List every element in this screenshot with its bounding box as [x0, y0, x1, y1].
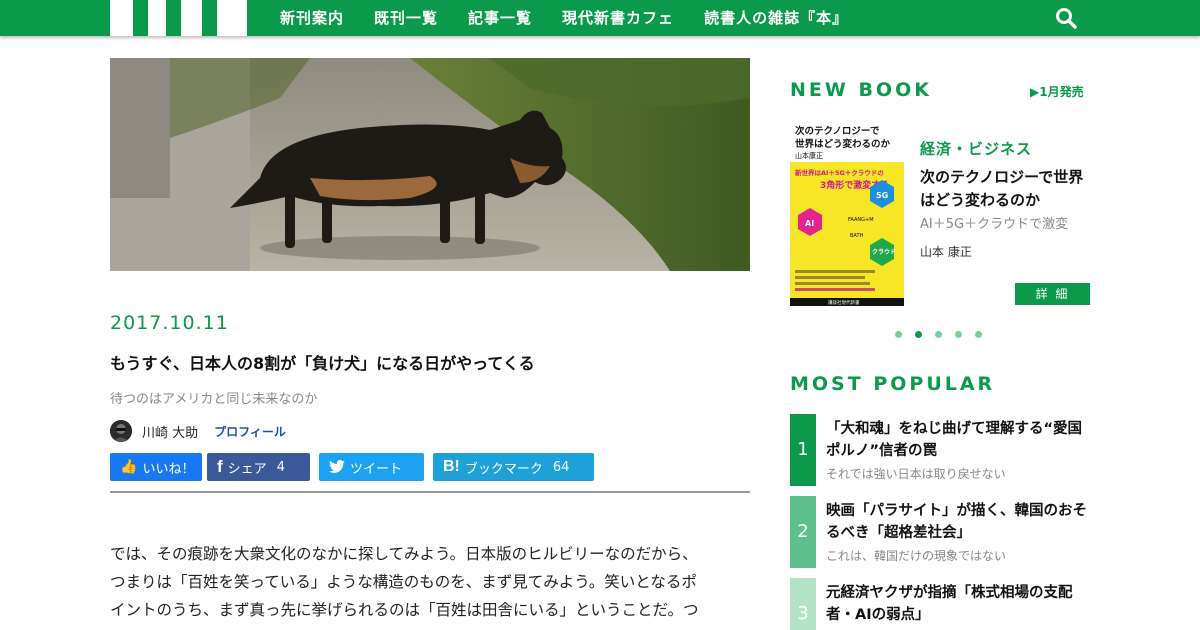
popular-item[interactable]: 2 映画「パラサイト」が描く、韓国のおそるべき「超格差社会」 これは、韓国だけの… [790, 496, 1090, 568]
nav-new-releases[interactable]: 新刊案内 [280, 0, 344, 36]
rank-number: 1 [790, 414, 816, 486]
main-nav: 新刊案内 既刊一覧 記事一覧 現代新書カフェ 読書人の雑誌『本』 [280, 0, 878, 36]
book-cover-image[interactable]: 次のテクノロジーで 世界はどう変わるのか 山本康正 新世界はAI＋5G＋クラウド… [790, 120, 904, 306]
author-name[interactable]: 川崎 大助 [142, 422, 198, 441]
rank-number: 2 [790, 496, 816, 568]
body-line: つまりは「百姓を笑っている」ような構造のものを、まず見てみよう。笑いとなるポ [110, 573, 697, 591]
book-category: 経済・ビジネス [920, 140, 1033, 158]
article-subtitle: 待つのはアメリカと同じ未来なのか [110, 392, 318, 407]
book-title[interactable]: 次のテクノロジーで世界はどう変わるのか [920, 166, 1095, 212]
like-button[interactable]: 👍 いいね！ [110, 453, 202, 481]
site-logo[interactable] [110, 0, 247, 36]
site-header: 新刊案内 既刊一覧 記事一覧 現代新書カフェ 読書人の雑誌『本』 [0, 0, 1200, 36]
author-block: 川崎 大助 プロフィール [110, 420, 286, 442]
article-date: 2017.10.11 [110, 312, 229, 334]
carousel-dot[interactable] [895, 331, 902, 338]
popular-item-title[interactable]: 映画「パラサイト」が描く、韓国のおそるべき「超格差社会」 [826, 500, 1090, 544]
carousel-dot[interactable] [975, 331, 982, 338]
article-hero-image [110, 58, 750, 271]
author-avatar [110, 420, 132, 442]
profile-link[interactable]: プロフィール [214, 423, 286, 440]
thumbs-up-icon: 👍 [120, 459, 138, 475]
body-line: イントのうち、まず真っ先に挙げられるのは「百姓は田舎にいる」ということだ。つ [110, 601, 699, 619]
facebook-share-count: 4 [276, 459, 285, 475]
twitter-bird-icon [329, 460, 345, 473]
popular-item-subtitle: それでは強い日本は取り戻せない [826, 467, 1006, 481]
hatena-bookmark-button[interactable]: B! ブックマーク 64 [433, 453, 594, 481]
nav-backlist[interactable]: 既刊一覧 [374, 0, 438, 36]
hatena-bookmark-count: 64 [552, 459, 570, 475]
carousel-dot[interactable] [935, 331, 942, 338]
rank-number: 3 [790, 578, 816, 630]
cover-title-line2: 世界はどう変わるのか [795, 138, 891, 150]
article-title: もうすぐ、日本人の8割が「負け犬」になる日がやってくる [110, 354, 535, 373]
share-buttons: 👍 いいね！ f シェア 4 ツイート B! ブックマーク 64 [110, 453, 599, 481]
carousel-dot[interactable] [955, 331, 962, 338]
popular-item-subtitle: これは、韓国だけの現象ではない [826, 549, 1007, 563]
hatena-bookmark-icon: B! [443, 458, 460, 475]
carousel-dot-active[interactable] [915, 331, 922, 338]
facebook-share-button[interactable]: f シェア 4 [207, 453, 310, 481]
book-author: 山本 康正 [920, 245, 972, 259]
search-icon[interactable] [1055, 7, 1077, 29]
release-label[interactable]: ▶1月発売 [1030, 83, 1084, 100]
carousel-dots [895, 331, 995, 338]
new-book-heading: NEW BOOK [790, 79, 932, 101]
article-divider [110, 491, 750, 493]
book-details-button[interactable]: 詳 細 [1015, 283, 1090, 305]
nav-magazine[interactable]: 読書人の雑誌『本』 [704, 0, 848, 36]
cover-tagline1: 新世界はAI＋5G＋クラウドの [795, 168, 884, 177]
article-body: では、その痕跡を大衆文化のなかに探してみよう。日本版のヒルビリーなのだから、 つ… [110, 540, 750, 624]
facebook-share-label: シェア [227, 461, 267, 477]
popular-item-title[interactable]: 元経済ヤクザが指摘「株式相場の支配者・AIの弱点」 [826, 582, 1090, 626]
cover-center2: BATH [850, 233, 864, 239]
nav-cafe[interactable]: 現代新書カフェ [562, 0, 674, 36]
tweet-button[interactable]: ツイート [319, 453, 424, 481]
cover-center: FAANG+M [848, 217, 874, 223]
book-subtitle: AI＋5G＋クラウドで激変 [920, 217, 1069, 232]
cover-hex-left: AI [805, 219, 814, 228]
popular-item[interactable]: 3 元経済ヤクザが指摘「株式相場の支配者・AIの弱点」 [790, 578, 1090, 630]
cover-publisher: 講談社現代新書 [828, 299, 860, 306]
body-line: では、その痕跡を大衆文化のなかに探してみよう。日本版のヒルビリーなのだから、 [110, 545, 698, 563]
facebook-icon: f [217, 457, 223, 476]
popular-item-title[interactable]: 「大和魂」をねじ曲げて理解する“愛国ポルノ”信者の罠 [826, 418, 1090, 462]
most-popular-heading: MOST POPULAR [790, 373, 996, 395]
hatena-bookmark-label: ブックマーク [464, 461, 543, 477]
tweet-label: ツイート [350, 461, 403, 477]
cover-author: 山本康正 [795, 151, 823, 160]
like-label: いいね！ [142, 461, 195, 477]
cover-hex-right: クラウド [872, 248, 896, 256]
cover-hex-top: 5G [876, 191, 888, 200]
popular-item[interactable]: 1 「大和魂」をねじ曲げて理解する“愛国ポルノ”信者の罠 それでは強い日本は取り… [790, 414, 1090, 486]
nav-articles[interactable]: 記事一覧 [468, 0, 532, 36]
cover-title-line1: 次のテクノロジーで [795, 125, 880, 137]
